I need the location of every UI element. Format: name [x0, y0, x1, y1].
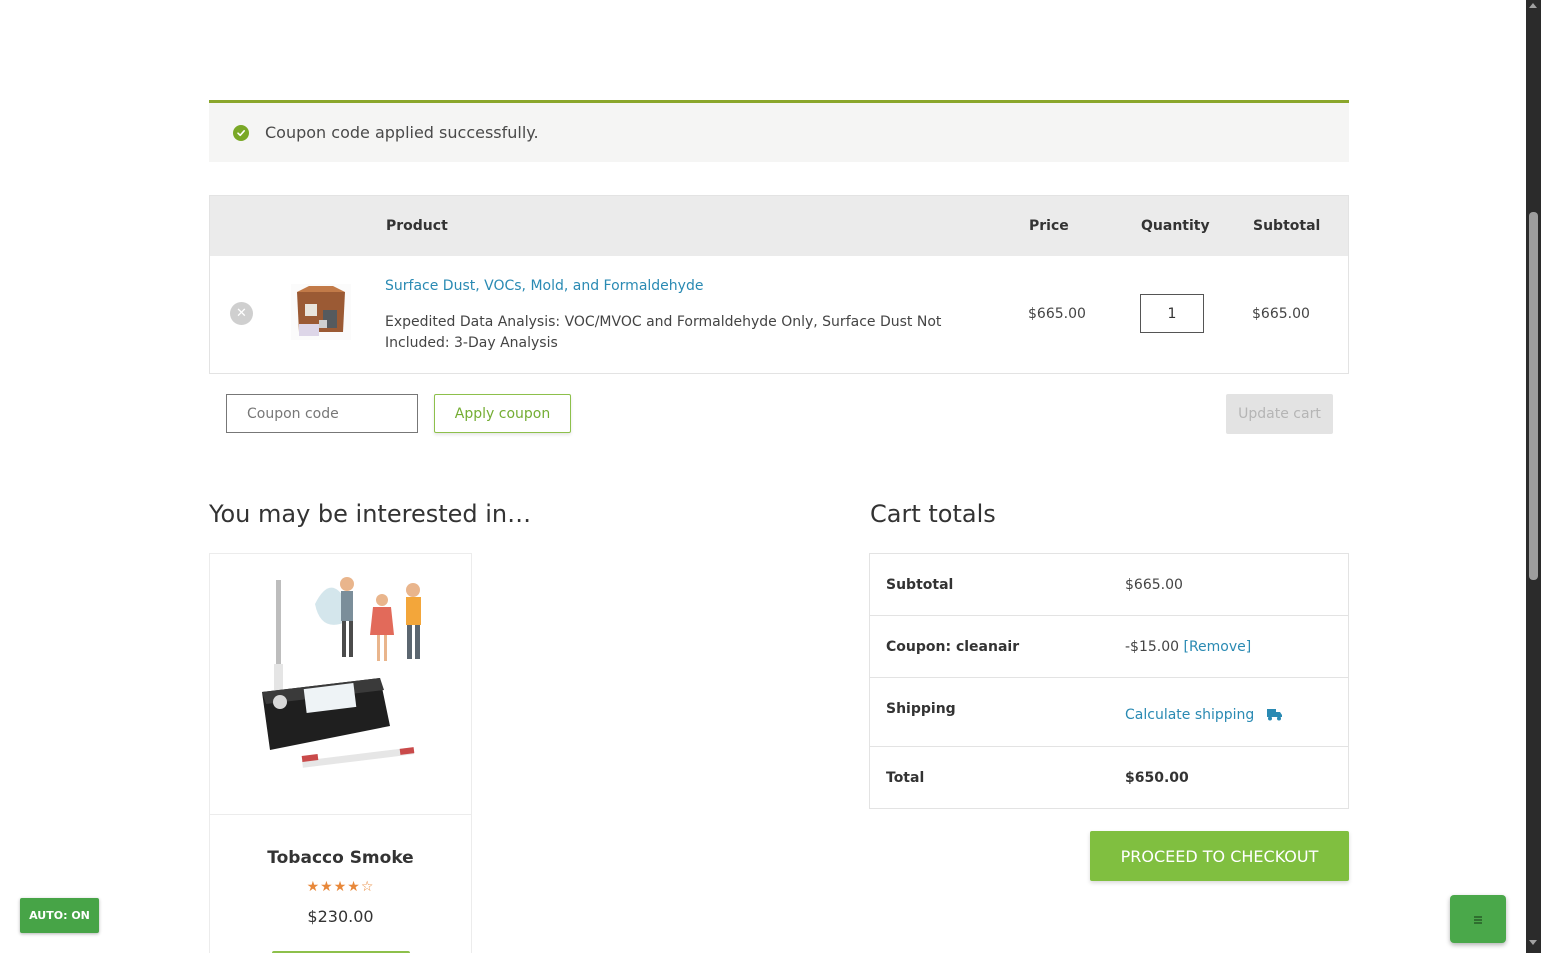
remove-coupon-link[interactable]: [Remove] — [1184, 639, 1252, 655]
close-icon: ✕ — [236, 306, 247, 321]
product-link[interactable]: Surface Dust, VOCs, Mold, and Formaldehy… — [385, 278, 703, 294]
product-variation: Expedited Data Analysis: VOC/MVOC and Fo… — [385, 314, 942, 351]
cross-sell-product-card[interactable]: Tobacco Smoke ★★★★☆ $230.00 — [209, 553, 472, 953]
totals-subtotal-label: Subtotal — [886, 577, 954, 593]
coupon-code-input[interactable] — [226, 394, 418, 433]
totals-row-subtotal: Subtotal $665.00 — [870, 554, 1348, 616]
product-name[interactable]: Tobacco Smoke — [210, 848, 471, 868]
coupon-discount: -$15.00 — [1125, 639, 1180, 655]
totals-row-total: Total $650.00 — [870, 747, 1348, 808]
quantity-input[interactable] — [1140, 294, 1204, 333]
total-label: Total — [886, 770, 925, 786]
product-image[interactable] — [210, 554, 471, 815]
calculate-shipping-link[interactable]: Calculate shipping — [1125, 707, 1254, 723]
scrollbar-thumb[interactable] — [1529, 212, 1538, 580]
total-value: $650.00 — [1125, 770, 1189, 786]
proceed-to-checkout-button[interactable]: PROCEED TO CHECKOUT — [1090, 831, 1349, 881]
totals-row-shipping: Shipping Calculate shipping — [870, 678, 1348, 747]
table-row: ✕ Surface Dust, VOCs, Mold, and Formalde… — [209, 195, 1349, 374]
product-price: $230.00 — [307, 907, 374, 926]
item-price: $665.00 — [1028, 306, 1086, 322]
cart-totals-table: Subtotal $665.00 Coupon: cleanair -$15.0… — [869, 553, 1349, 809]
floating-action-button[interactable] — [1450, 895, 1506, 943]
totals-row-coupon: Coupon: cleanair -$15.00 [Remove] — [870, 616, 1348, 678]
coupon-label: Coupon: cleanair — [886, 639, 1020, 655]
interested-title: You may be interested in… — [209, 500, 532, 528]
remove-item-button[interactable]: ✕ — [230, 302, 253, 325]
coupon-value-wrap: -$15.00 [Remove] — [1125, 639, 1251, 655]
notice-message: Coupon code applied successfully. — [265, 123, 539, 142]
item-subtotal: $665.00 — [1252, 306, 1310, 322]
product-thumbnail[interactable] — [289, 280, 353, 344]
update-cart-button[interactable]: Update cart — [1226, 394, 1333, 434]
star-rating: ★★★★☆ — [306, 879, 375, 895]
shipping-value-wrap: Calculate shipping — [1125, 707, 1282, 725]
coupon-success-notice: Coupon code applied successfully. — [209, 100, 1349, 162]
truck-icon[interactable] — [1266, 708, 1282, 725]
scroll-down-arrow-icon[interactable] — [1529, 940, 1537, 945]
check-circle-icon — [233, 124, 249, 141]
cart-totals-title: Cart totals — [870, 500, 996, 528]
menu-icon — [1473, 910, 1483, 929]
totals-subtotal-value: $665.00 — [1125, 577, 1183, 593]
shipping-label: Shipping — [886, 701, 956, 717]
auto-toggle-badge[interactable]: AUTO: ON — [20, 898, 99, 933]
apply-coupon-button[interactable]: Apply coupon — [434, 394, 571, 433]
scroll-up-arrow-icon[interactable] — [1529, 3, 1537, 8]
page-scrollbar[interactable] — [1526, 0, 1541, 953]
